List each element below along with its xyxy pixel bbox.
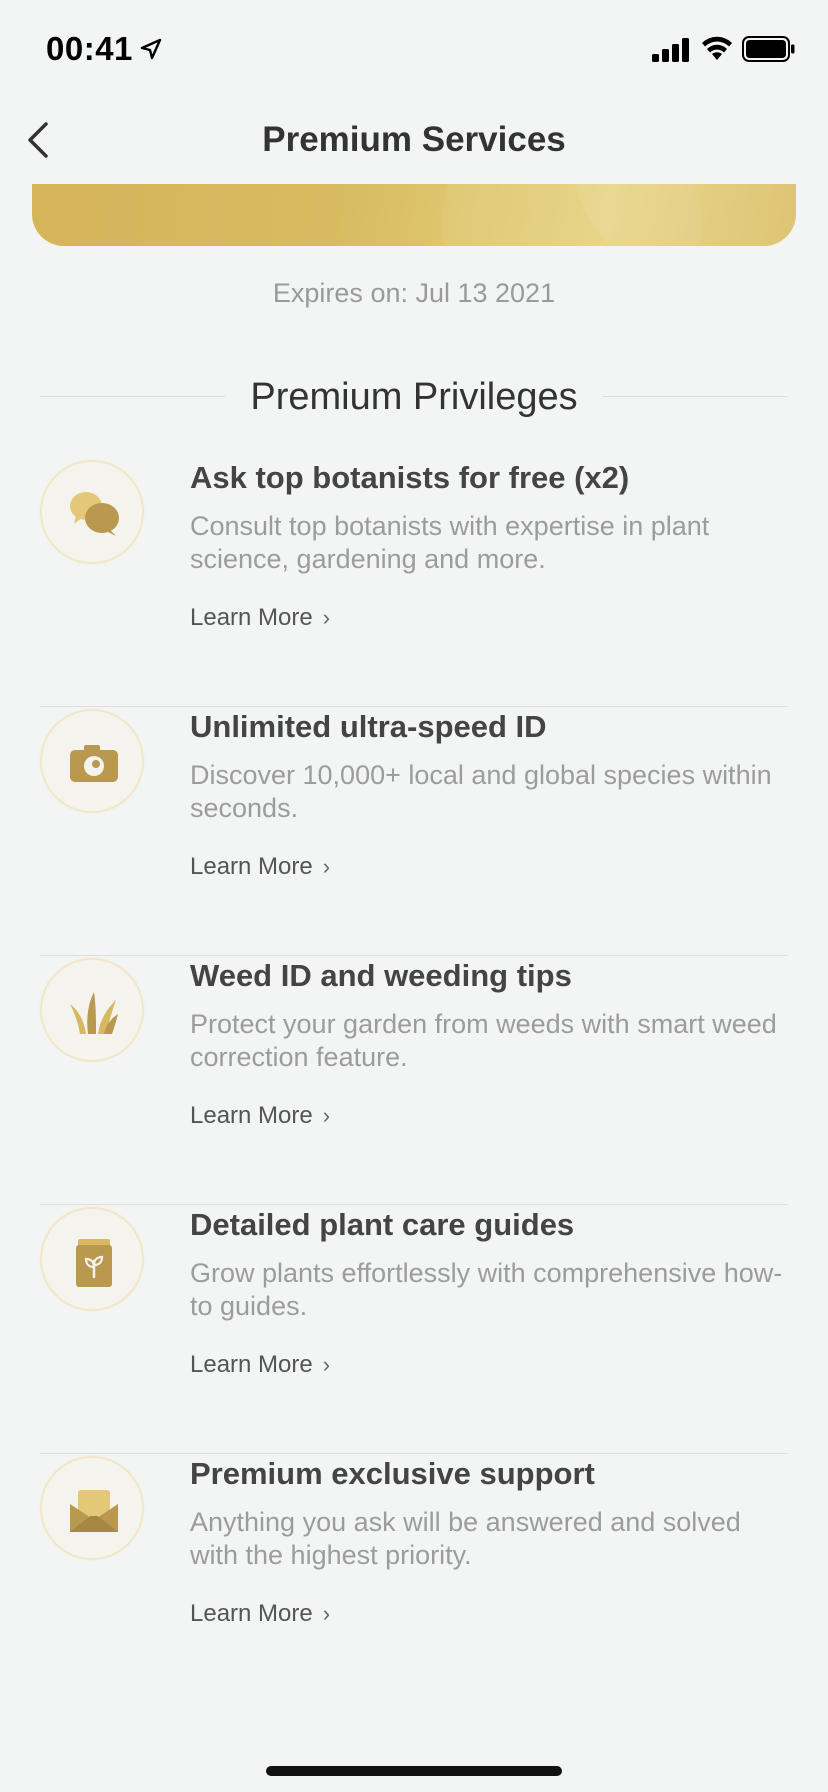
location-arrow-icon <box>140 38 162 60</box>
chevron-right-icon: › <box>322 1601 331 1626</box>
home-indicator[interactable] <box>266 1766 562 1776</box>
privilege-title: Detailed plant care guides <box>190 1207 575 1242</box>
chevron-right-icon: › <box>322 1352 331 1377</box>
screen: 00:41 Premium Services Expires on: Jul 1… <box>0 0 828 1792</box>
privilege-icon-badge <box>40 1456 144 1560</box>
privilege-description: Consult top botanists with expertise in … <box>190 511 710 574</box>
learn-more-link[interactable]: Learn More › <box>190 604 330 632</box>
privilege-item: Premium exclusive support Anything you a… <box>0 1454 828 1703</box>
learn-more-label: Learn More <box>190 1600 313 1627</box>
chevron-right-icon: › <box>322 1103 331 1128</box>
privilege-title: Unlimited ultra-speed ID <box>190 709 547 744</box>
grass-icon <box>70 992 118 1034</box>
privilege-icon-badge <box>40 958 144 1062</box>
privilege-icon-badge <box>40 460 144 564</box>
privilege-title: Ask top botanists for free (x2) <box>190 460 630 495</box>
navigation-bar: Premium Services <box>0 100 828 180</box>
privilege-title: Premium exclusive support <box>190 1456 595 1491</box>
privilege-description: Protect your garden from weeds with smar… <box>190 1009 777 1072</box>
envelope-icon <box>70 1490 118 1532</box>
status-time: 00:41 <box>46 30 133 67</box>
divider-right <box>603 396 788 397</box>
privilege-icon-badge <box>40 1207 144 1311</box>
privilege-title: Weed ID and weeding tips <box>190 958 572 993</box>
privilege-description: Discover 10,000+ local and global specie… <box>190 760 772 823</box>
privilege-item: Weed ID and weeding tips Protect your ga… <box>0 956 828 1205</box>
wifi-icon <box>702 36 732 60</box>
membership-card <box>32 184 796 246</box>
learn-more-link[interactable]: Learn More › <box>190 1351 330 1379</box>
learn-more-link[interactable]: Learn More › <box>190 1102 330 1130</box>
status-bar: 00:41 <box>0 0 828 100</box>
learn-more-label: Learn More <box>190 604 313 631</box>
battery-icon <box>742 36 795 62</box>
page-title: Premium Services <box>262 120 566 159</box>
learn-more-link[interactable]: Learn More › <box>190 853 330 881</box>
chevron-right-icon: › <box>322 605 331 630</box>
section-title: Premium Privileges <box>250 376 578 418</box>
privilege-description: Grow plants effortlessly with comprehens… <box>190 1258 783 1321</box>
chat-bubbles-icon <box>70 492 119 536</box>
learn-more-link[interactable]: Learn More › <box>190 1600 330 1628</box>
privileges-list: Ask top botanists for free (x2) Consult … <box>0 458 828 1703</box>
learn-more-label: Learn More <box>190 1351 313 1378</box>
cellular-signal-icon <box>652 38 689 62</box>
privilege-item: Unlimited ultra-speed ID Discover 10,000… <box>0 707 828 956</box>
chevron-right-icon: › <box>322 854 331 879</box>
privilege-item: Ask top botanists for free (x2) Consult … <box>0 458 828 707</box>
camera-icon <box>70 745 118 782</box>
plant-guide-icon <box>76 1239 112 1287</box>
privilege-item: Detailed plant care guides Grow plants e… <box>0 1205 828 1454</box>
section-header: Premium Privileges <box>40 372 788 422</box>
privilege-icon-badge <box>40 709 144 813</box>
privilege-description: Anything you ask will be answered and so… <box>190 1507 741 1570</box>
expiration-date: Expires on: Jul 13 2021 <box>272 278 556 308</box>
learn-more-label: Learn More <box>190 1102 313 1129</box>
learn-more-label: Learn More <box>190 853 313 880</box>
